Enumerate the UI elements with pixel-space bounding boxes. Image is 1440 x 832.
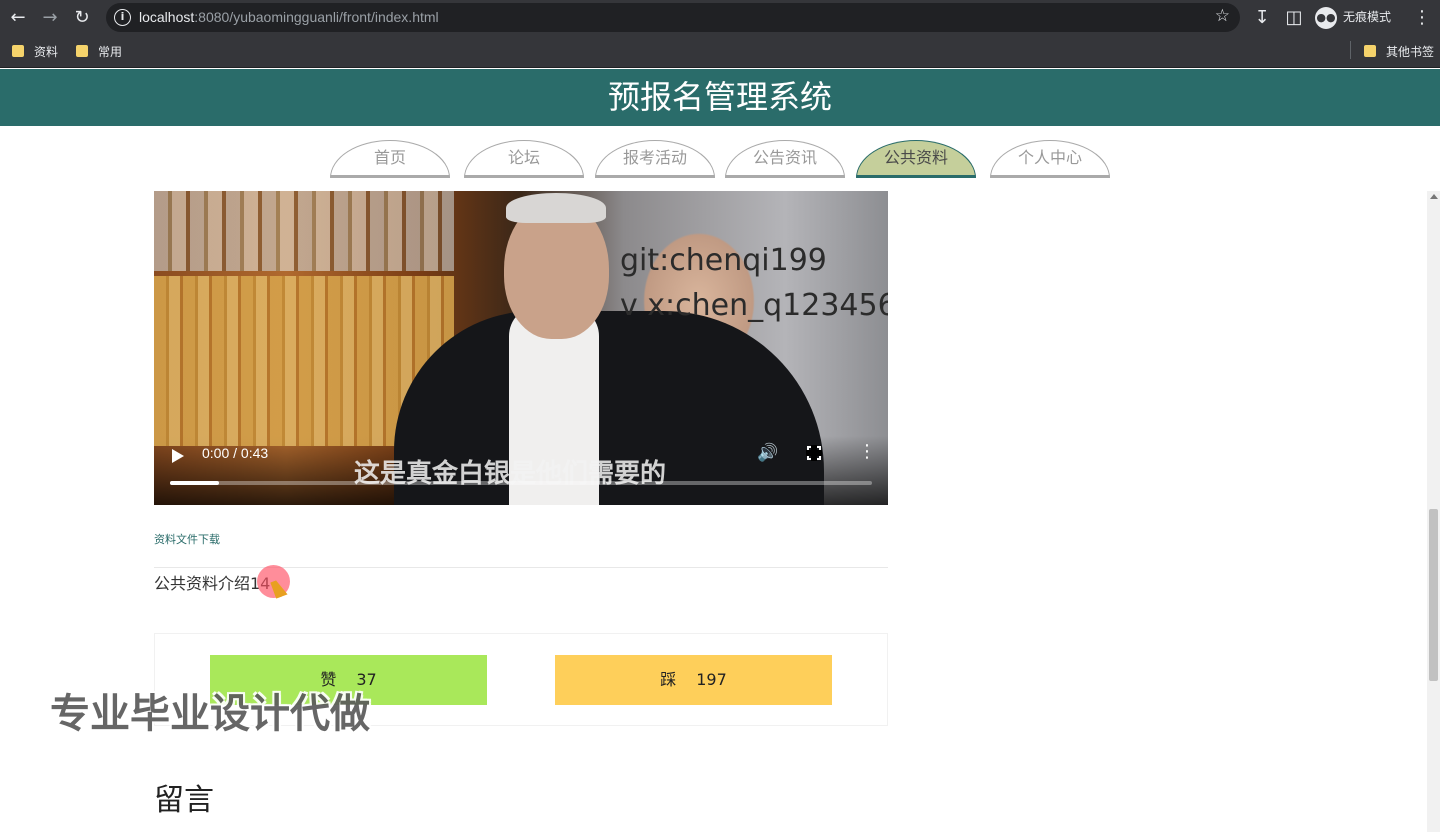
nav-tab-forum[interactable]: 论坛 [464,140,584,178]
site-header: 预报名管理系统 [0,69,1440,126]
back-arrow-icon[interactable]: ← [6,6,30,30]
browser-toolbar: ← → ↻ i localhost:8080/yubaomingguanli/f… [0,0,1440,35]
scroll-up-icon[interactable] [1430,194,1438,199]
bookmark-folder-changyong[interactable]: 常用 [76,43,122,61]
nav-tab-home[interactable]: 首页 [330,140,450,178]
reload-icon[interactable]: ↻ [70,6,94,30]
folder-icon [1364,45,1376,57]
page-scrollbar[interactable] [1427,191,1440,832]
comments-heading: 留言 [154,783,214,818]
folder-icon [12,45,24,57]
fullscreen-icon[interactable] [806,445,822,461]
site-info-icon[interactable]: i [114,9,131,26]
bookmarks-divider [1350,41,1351,59]
video-progress-fill [170,481,220,485]
video-watermark-line2: v x:chen_q123456 [620,288,888,323]
menu-kebab-icon[interactable]: ⋮ [1410,6,1434,30]
bookmark-folder-ziliao[interactable]: 资料 [12,43,58,61]
video-scene-shelf [154,191,454,271]
video-watermark-line1: git:chenqi199 [620,243,827,278]
url-text: localhost:8080/yubaomingguanli/front/ind… [139,9,439,25]
video-controls: 0:00 / 0:43 🔊 ⋮ [154,441,888,505]
incognito-icon: ●● [1315,6,1337,29]
dislike-count: 197 [696,670,727,689]
play-icon[interactable] [172,449,184,463]
material-intro: 公共资料介绍14 [154,574,271,593]
nav-tab-public-materials[interactable]: 公共资料 [856,140,976,178]
more-options-icon[interactable]: ⋮ [858,443,876,461]
incognito-label: 无痕模式 [1343,10,1392,24]
video-time: 0:00 / 0:43 [202,445,269,461]
site-title: 预报名管理系统 [607,78,832,116]
dislike-label: 踩 [660,670,677,689]
address-bar[interactable]: i localhost:8080/yubaomingguanli/front/i… [106,3,1240,32]
forward-arrow-icon[interactable]: → [38,6,62,30]
dislike-button[interactable]: 踩 197 [555,655,832,705]
download-link[interactable]: 资料文件下载 [154,531,220,547]
video-player[interactable]: git:chenqi199 v x:chen_q123456 这是真金白银是他们… [154,191,888,505]
video-scene-hair [506,193,606,223]
overlay-watermark: 专业毕业设计代做 [50,691,370,737]
bookmarks-bar: 资料 常用 其他书签 [0,35,1440,68]
nav-tab-personal-center[interactable]: 个人中心 [990,140,1110,178]
bookmark-folder-other[interactable]: 其他书签 [1364,43,1434,61]
nav-tab-exam-activity[interactable]: 报考活动 [595,140,715,178]
scrollbar-thumb[interactable] [1429,509,1438,681]
bookmark-star-icon[interactable]: ☆ [1215,6,1230,26]
folder-icon [76,45,88,57]
incognito-indicator[interactable]: ●● 无痕模式 [1315,5,1391,29]
video-progress-bar[interactable] [170,481,872,485]
side-panel-icon[interactable]: ◫ [1282,6,1306,30]
nav-tab-announcements[interactable]: 公告资讯 [725,140,845,178]
volume-icon[interactable]: 🔊 [757,443,778,463]
download-icon[interactable]: ↧ [1250,6,1274,30]
